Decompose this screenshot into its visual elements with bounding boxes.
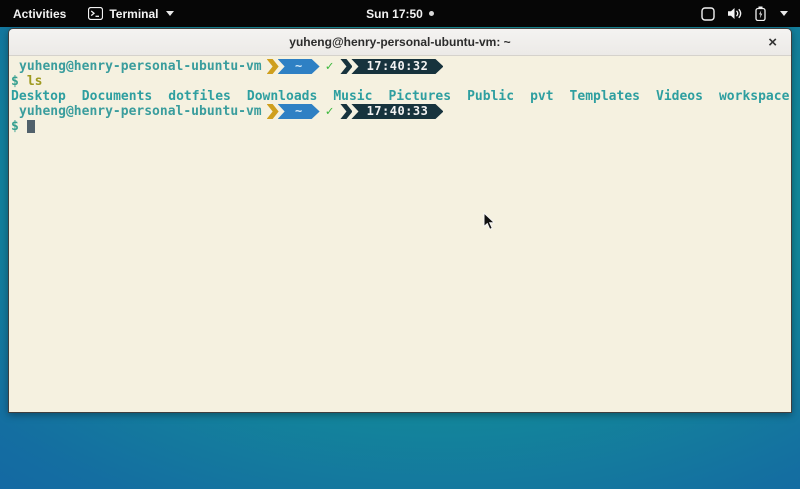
tray-chevron-down-icon bbox=[780, 11, 788, 16]
directory-name: Music bbox=[333, 89, 372, 104]
window-title: yuheng@henry-personal-ubuntu-vm: ~ bbox=[289, 35, 510, 49]
chevron-down-icon bbox=[166, 11, 174, 16]
user-host-text: yuheng@henry-personal-ubuntu-vm bbox=[19, 104, 262, 119]
titlebar[interactable]: yuheng@henry-personal-ubuntu-vm: ~ × bbox=[9, 29, 791, 56]
prompt-symbol: $ bbox=[11, 119, 19, 134]
current-prompt-line: $ bbox=[11, 119, 791, 134]
prompt-line: yuheng@henry-personal-ubuntu-vm ~ ✓ 17:4… bbox=[11, 59, 791, 74]
system-tray[interactable] bbox=[697, 0, 792, 27]
powerline-time-segment: 17:40:33 bbox=[351, 104, 443, 119]
powerline-dir-segment: ~ bbox=[278, 59, 320, 74]
powerline-chevron-icon bbox=[340, 104, 352, 119]
clock[interactable]: Sun 17:50 bbox=[366, 7, 423, 21]
app-menu-label: Terminal bbox=[109, 7, 158, 21]
user-host-text: yuheng@henry-personal-ubuntu-vm bbox=[19, 59, 262, 74]
directory-name: Templates bbox=[570, 89, 640, 104]
command-text: ls bbox=[27, 74, 43, 89]
directory-name: Public bbox=[467, 89, 514, 104]
battery-charging-icon bbox=[755, 6, 766, 21]
directory-name: workspace bbox=[719, 89, 789, 104]
powerline-chevron-icon bbox=[267, 104, 279, 119]
powerline-time-segment: 17:40:32 bbox=[351, 59, 443, 74]
close-button[interactable]: × bbox=[768, 29, 777, 56]
terminal-window: yuheng@henry-personal-ubuntu-vm: ~ × yuh… bbox=[8, 28, 792, 413]
status-check-icon: ✓ bbox=[326, 59, 334, 74]
desktop: { "topbar": { "activities_label": "Activ… bbox=[0, 0, 800, 489]
text-cursor bbox=[27, 120, 35, 133]
directory-listing: Desktop Documents dotfiles Downloads Music Pi… bbox=[11, 89, 791, 104]
directory-name: Downloads bbox=[247, 89, 317, 104]
activities-button[interactable]: Activities bbox=[9, 5, 70, 23]
app-menu[interactable]: Terminal bbox=[88, 7, 174, 21]
directory-name: Desktop bbox=[11, 89, 66, 104]
terminal-body[interactable]: yuheng@henry-personal-ubuntu-vm ~ ✓ 17:4… bbox=[9, 56, 791, 412]
directory-name: dotfiles bbox=[168, 89, 231, 104]
directory-name: Documents bbox=[82, 89, 152, 104]
prompt-symbol: $ bbox=[11, 74, 19, 89]
directory-name: Pictures bbox=[388, 89, 451, 104]
powerline-chevron-icon bbox=[267, 59, 279, 74]
powerline-dir-segment: ~ bbox=[278, 104, 320, 119]
terminal-app-icon bbox=[88, 7, 103, 20]
directory-name: Videos bbox=[656, 89, 703, 104]
powerline-chevron-icon bbox=[340, 59, 352, 74]
command-line: $ ls bbox=[11, 74, 791, 89]
notification-dot bbox=[429, 11, 434, 16]
screen-icon bbox=[701, 7, 715, 21]
status-check-icon: ✓ bbox=[326, 104, 334, 119]
top-bar: Activities Terminal Sun 17:50 bbox=[0, 0, 800, 27]
mouse-cursor bbox=[483, 212, 496, 236]
directory-name: pvt bbox=[530, 89, 553, 104]
prompt-line: yuheng@henry-personal-ubuntu-vm ~ ✓ 17:4… bbox=[11, 104, 791, 119]
volume-icon bbox=[727, 7, 743, 20]
